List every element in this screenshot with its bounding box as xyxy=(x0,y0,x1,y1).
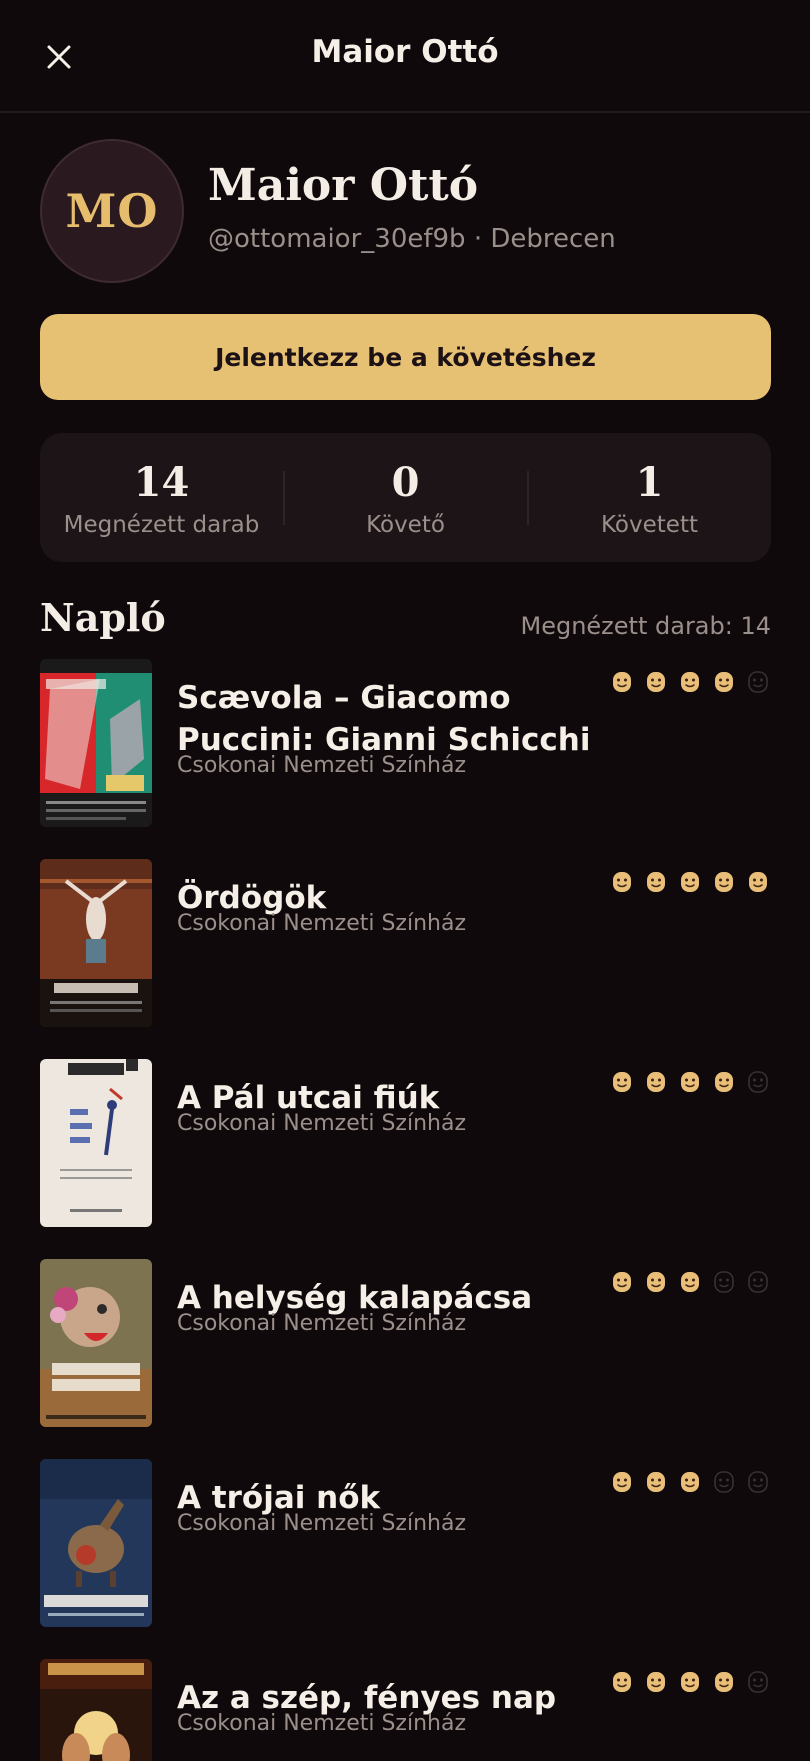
rating-face-filled-icon xyxy=(647,672,665,692)
entry-venue: Csokonai Nemzeti Színház xyxy=(177,911,467,936)
rating-face-empty-icon xyxy=(748,1471,768,1493)
rating-face-filled-icon xyxy=(681,1072,699,1092)
avatar: MO xyxy=(40,139,184,283)
rating-face-filled-icon xyxy=(647,1672,665,1692)
rating-face-filled-icon xyxy=(647,1272,665,1292)
rating-face-filled-icon xyxy=(715,1672,733,1692)
entry-title: Scævola – Giacomo Puccini: Gianni Schicc… xyxy=(177,680,591,758)
rating-face-empty-icon xyxy=(748,1071,768,1093)
rating-face-empty-icon xyxy=(748,1671,768,1693)
entry-venue: Csokonai Nemzeti Színház xyxy=(177,753,467,778)
poster-image xyxy=(40,859,152,1027)
rating-face-filled-icon xyxy=(647,1472,665,1492)
rating-face-filled-icon xyxy=(613,1072,631,1092)
rating xyxy=(611,1271,771,1295)
poster-image xyxy=(40,1259,152,1427)
profile-name: Maior Ottó xyxy=(208,160,479,211)
stat-watched[interactable]: 14 Megnézett darab xyxy=(40,433,283,562)
rating-face-filled-icon xyxy=(613,872,631,892)
rating-face-filled-icon xyxy=(613,1272,631,1292)
rating xyxy=(611,1671,771,1695)
rating-face-filled-icon xyxy=(613,672,631,692)
diary-count: Megnézett darab: 14 xyxy=(520,612,772,640)
rating-face-filled-icon xyxy=(681,872,699,892)
rating xyxy=(611,1471,771,1495)
rating-face-filled-icon xyxy=(715,872,733,892)
page-title: Maior Ottó xyxy=(311,34,499,70)
poster-image xyxy=(40,659,152,827)
diary-entry-trojai-nok[interactable]: A trójai nők Csokonai Nemzeti Színház xyxy=(40,1459,771,1629)
rating-face-filled-icon xyxy=(613,1472,631,1492)
rating xyxy=(611,871,771,895)
rating-face-empty-icon xyxy=(714,1471,734,1493)
diary-heading: Napló xyxy=(40,595,166,640)
rating-face-filled-icon xyxy=(681,1272,699,1292)
diary-entry-scaevola[interactable]: Scævola – Giacomo Puccini: Gianni Schicc… xyxy=(40,659,771,829)
stat-label: Követett xyxy=(601,512,698,538)
poster-image xyxy=(40,1059,152,1227)
stat-following[interactable]: 1 Követett xyxy=(528,433,771,562)
rating-face-filled-icon xyxy=(613,1672,631,1692)
rating-face-filled-icon xyxy=(681,672,699,692)
diary-entry-pal-utcai-fiuk[interactable]: A Pál utcai fiúk Csokonai Nemzeti Színhá… xyxy=(40,1059,771,1229)
stat-value: 1 xyxy=(635,459,664,506)
stat-followers[interactable]: 0 Követő xyxy=(284,433,527,562)
rating-face-filled-icon xyxy=(647,872,665,892)
stat-label: Követő xyxy=(366,512,445,538)
rating xyxy=(611,671,771,695)
entry-venue: Csokonai Nemzeti Színház xyxy=(177,1111,467,1136)
stat-value: 14 xyxy=(133,459,190,506)
rating-face-filled-icon xyxy=(681,1472,699,1492)
diary-entry-helyseg-kalapacsa[interactable]: A helység kalapácsa Csokonai Nemzeti Szí… xyxy=(40,1259,771,1429)
diary-entry-az-a-szep-fenyes-nap[interactable]: Az a szép, fényes nap Csokonai Nemzeti S… xyxy=(40,1659,771,1761)
rating-face-filled-icon xyxy=(681,1672,699,1692)
rating-face-filled-icon xyxy=(647,1072,665,1092)
top-bar: Maior Ottó xyxy=(0,0,810,113)
profile-handle-location: @ottomaior_30ef9b · Debrecen xyxy=(208,224,616,254)
diary-entry-ordogok[interactable]: Ördögök Csokonai Nemzeti Színház xyxy=(40,859,771,1029)
rating-face-filled-icon xyxy=(715,672,733,692)
entry-venue: Csokonai Nemzeti Színház xyxy=(177,1511,467,1536)
stat-label: Megnézett darab xyxy=(63,512,260,538)
poster-image xyxy=(40,1659,152,1761)
stats-panel: 14 Megnézett darab 0 Követő 1 Követett xyxy=(40,433,771,562)
stat-value: 0 xyxy=(391,459,420,506)
poster-image xyxy=(40,1459,152,1627)
entry-venue: Csokonai Nemzeti Színház xyxy=(177,1311,467,1336)
rating-face-empty-icon xyxy=(748,671,768,693)
rating-face-empty-icon xyxy=(714,1271,734,1293)
rating-face-filled-icon xyxy=(715,1072,733,1092)
login-to-follow-button[interactable]: Jelentkezz be a követéshez xyxy=(40,314,771,400)
entry-venue: Csokonai Nemzeti Színház xyxy=(177,1711,467,1736)
rating xyxy=(611,1071,771,1095)
rating-face-empty-icon xyxy=(748,1271,768,1293)
rating-face-filled-icon xyxy=(749,872,767,892)
